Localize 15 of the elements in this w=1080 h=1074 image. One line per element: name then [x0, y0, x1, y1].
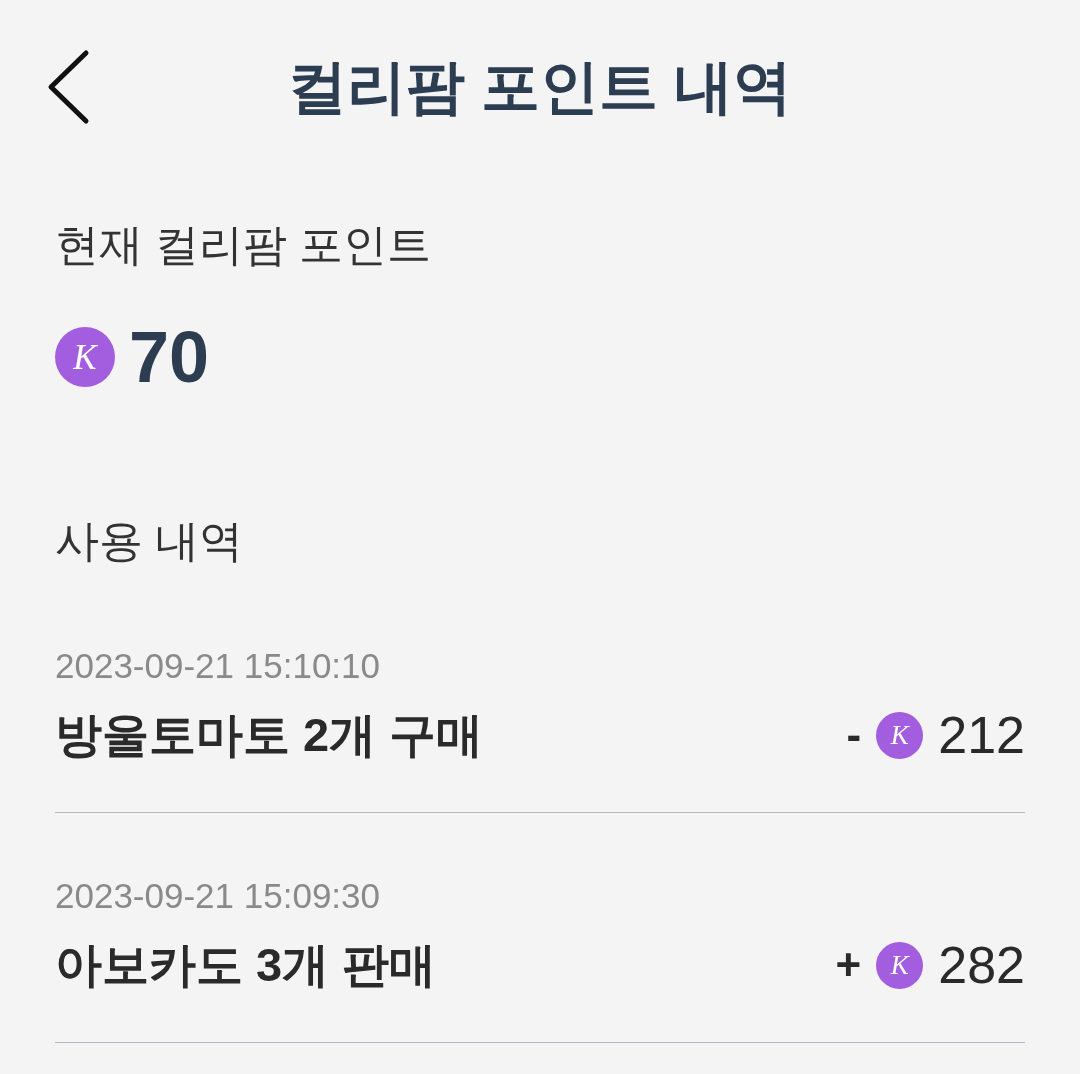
point-coin-icon: K	[55, 327, 115, 387]
entry-title: 아보카도 3개 판매	[55, 937, 437, 993]
entry-date: 2023-09-21 15:09:30	[55, 875, 381, 917]
entry-amount: 212	[938, 705, 1025, 765]
points-balance: 70	[129, 321, 210, 393]
history-label: 사용 내역	[55, 515, 245, 567]
point-coin-icon: K	[876, 711, 924, 759]
entry-amount: 282	[938, 935, 1025, 995]
entry-title: 방울토마토 2개 구매	[55, 707, 484, 763]
current-points-label: 현재 컬리팜 포인트	[55, 219, 433, 271]
page-title: 컬리팜 포인트 내역	[286, 53, 794, 122]
amount-sign: -	[846, 709, 862, 761]
amount-sign: +	[835, 939, 862, 991]
point-coin-icon: K	[876, 941, 924, 989]
entry-date: 2023-09-21 15:10:10	[55, 645, 381, 687]
